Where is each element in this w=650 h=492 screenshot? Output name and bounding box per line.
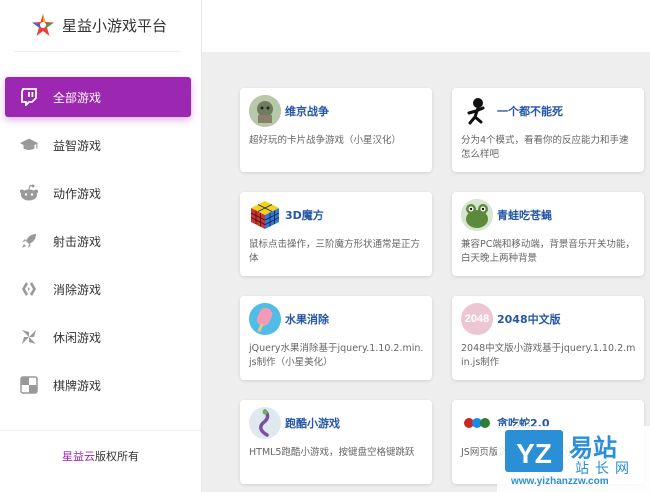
nav-item-label: 消除游戏 bbox=[53, 282, 102, 297]
copyright: 星益云版权所有 bbox=[0, 448, 201, 464]
game-card[interactable]: 维京战争 超好玩的卡片战争游戏（小星汉化） bbox=[240, 88, 432, 172]
copyright-brand-link[interactable]: 星益云 bbox=[62, 450, 95, 463]
star-logo-icon bbox=[32, 14, 54, 36]
game-card[interactable]: 3D魔方 鼠标点击操作，三阶魔方形状通常是正方体 bbox=[240, 192, 432, 276]
2048-icon-text: 2048 bbox=[464, 313, 490, 325]
game-desc: 超好玩的卡片战争游戏（小星汉化） bbox=[249, 135, 402, 146]
game-title[interactable]: 2048中文版 bbox=[497, 311, 561, 327]
nav-item-action-games[interactable]: 动作游戏 bbox=[5, 173, 191, 213]
game-card[interactable]: 青蛙吃苍蝇 兼容PC端和移动端，背景音乐开关功能，白天晚上两种背景 bbox=[452, 192, 644, 276]
footer-divider bbox=[0, 430, 201, 431]
game-card[interactable]: 水果消除 jQuery水果消除基于jquery.1.10.2.min.js制作（… bbox=[240, 296, 432, 380]
nav-item-puzzle-games[interactable]: 益智游戏 bbox=[5, 125, 191, 165]
rubik-cube-icon bbox=[249, 199, 281, 231]
game-title[interactable]: 维京战争 bbox=[285, 103, 329, 119]
game-title[interactable]: 跑酷小游戏 bbox=[285, 415, 340, 431]
game-card[interactable]: 2048 2048中文版 2048中文版小游戏基于jquery.1.10.2.m… bbox=[452, 296, 644, 380]
popsicle-icon bbox=[249, 303, 281, 335]
game-desc: 分为4个模式，看看你的反应能力和手速怎么样吧 bbox=[461, 135, 629, 160]
checker-icon bbox=[19, 375, 39, 395]
game-desc: jQuery水果消除基于jquery.1.10.2.min.js制作（小星美化） bbox=[249, 343, 424, 368]
watermark: YZ 易站 站长网 www.yizhanzzw.com bbox=[497, 426, 650, 492]
game-title[interactable]: 青蛙吃苍蝇 bbox=[497, 207, 552, 223]
nav-item-board-games[interactable]: 棋牌游戏 bbox=[5, 365, 191, 405]
game-card[interactable]: 一个都不能死 分为4个模式，看看你的反应能力和手速怎么样吧 bbox=[452, 88, 644, 172]
gg-icon bbox=[19, 279, 39, 299]
game-desc: 2048中文版小游戏基于jquery.1.10.2.min.js制作 bbox=[461, 343, 636, 368]
game-card[interactable]: 跑酷小游戏 HTML5跑酷小游戏，按键盘空格键跳跃 bbox=[240, 400, 432, 484]
nav-item-shooting-games[interactable]: 射击游戏 bbox=[5, 221, 191, 261]
nav-item-label: 棋牌游戏 bbox=[53, 378, 102, 393]
brand-divider bbox=[14, 51, 180, 52]
nav-item-label: 休闲游戏 bbox=[53, 330, 102, 345]
graduation-cap-icon bbox=[19, 135, 39, 155]
nav-item-label: 益智游戏 bbox=[53, 138, 102, 153]
rocket-icon bbox=[19, 231, 39, 251]
watermark-url: www.yizhanzzw.com bbox=[511, 476, 609, 487]
pinwheel-icon bbox=[19, 327, 39, 347]
nav-item-all-games[interactable]: 全部游戏 bbox=[5, 77, 191, 117]
game-desc: HTML5跑酷小游戏，按键盘空格键跳跃 bbox=[249, 447, 415, 458]
game-desc: 兼容PC端和移动端，背景音乐开关功能，白天晚上两种背景 bbox=[461, 239, 635, 264]
copyright-text: 版权所有 bbox=[95, 450, 139, 463]
stickman-icon bbox=[461, 95, 493, 127]
reddit-icon bbox=[19, 183, 39, 203]
nav-item-label: 射击游戏 bbox=[53, 234, 102, 249]
sidebar: 星益小游戏平台 全部游戏 益智游戏 动作游戏 射击游戏 消除游戏 休闲游戏 棋牌… bbox=[0, 0, 202, 492]
game-title[interactable]: 水果消除 bbox=[285, 311, 329, 327]
brand[interactable]: 星益小游戏平台 bbox=[30, 10, 167, 40]
nav-item-label: 动作游戏 bbox=[53, 186, 102, 201]
watermark-logo-text: YZ bbox=[516, 438, 552, 469]
twitch-icon bbox=[19, 87, 39, 107]
watermark-sub: 站长网 bbox=[575, 461, 635, 477]
nav-menu: 全部游戏 益智游戏 动作游戏 射击游戏 消除游戏 休闲游戏 棋牌游戏 bbox=[5, 77, 191, 413]
nav-item-casual-games[interactable]: 休闲游戏 bbox=[5, 317, 191, 357]
game-title[interactable]: 3D魔方 bbox=[285, 207, 324, 223]
runner-icon bbox=[249, 407, 281, 439]
viking-icon bbox=[249, 95, 281, 127]
nav-item-match-games[interactable]: 消除游戏 bbox=[5, 269, 191, 309]
2048-icon: 2048 bbox=[461, 303, 493, 335]
snake-icon bbox=[461, 407, 493, 439]
nav-item-label: 全部游戏 bbox=[53, 90, 102, 105]
brand-title: 星益小游戏平台 bbox=[62, 16, 168, 35]
game-title[interactable]: 一个都不能死 bbox=[497, 103, 563, 119]
game-desc: 鼠标点击操作，三阶魔方形状通常是正方体 bbox=[249, 239, 421, 264]
frog-icon bbox=[461, 199, 493, 231]
